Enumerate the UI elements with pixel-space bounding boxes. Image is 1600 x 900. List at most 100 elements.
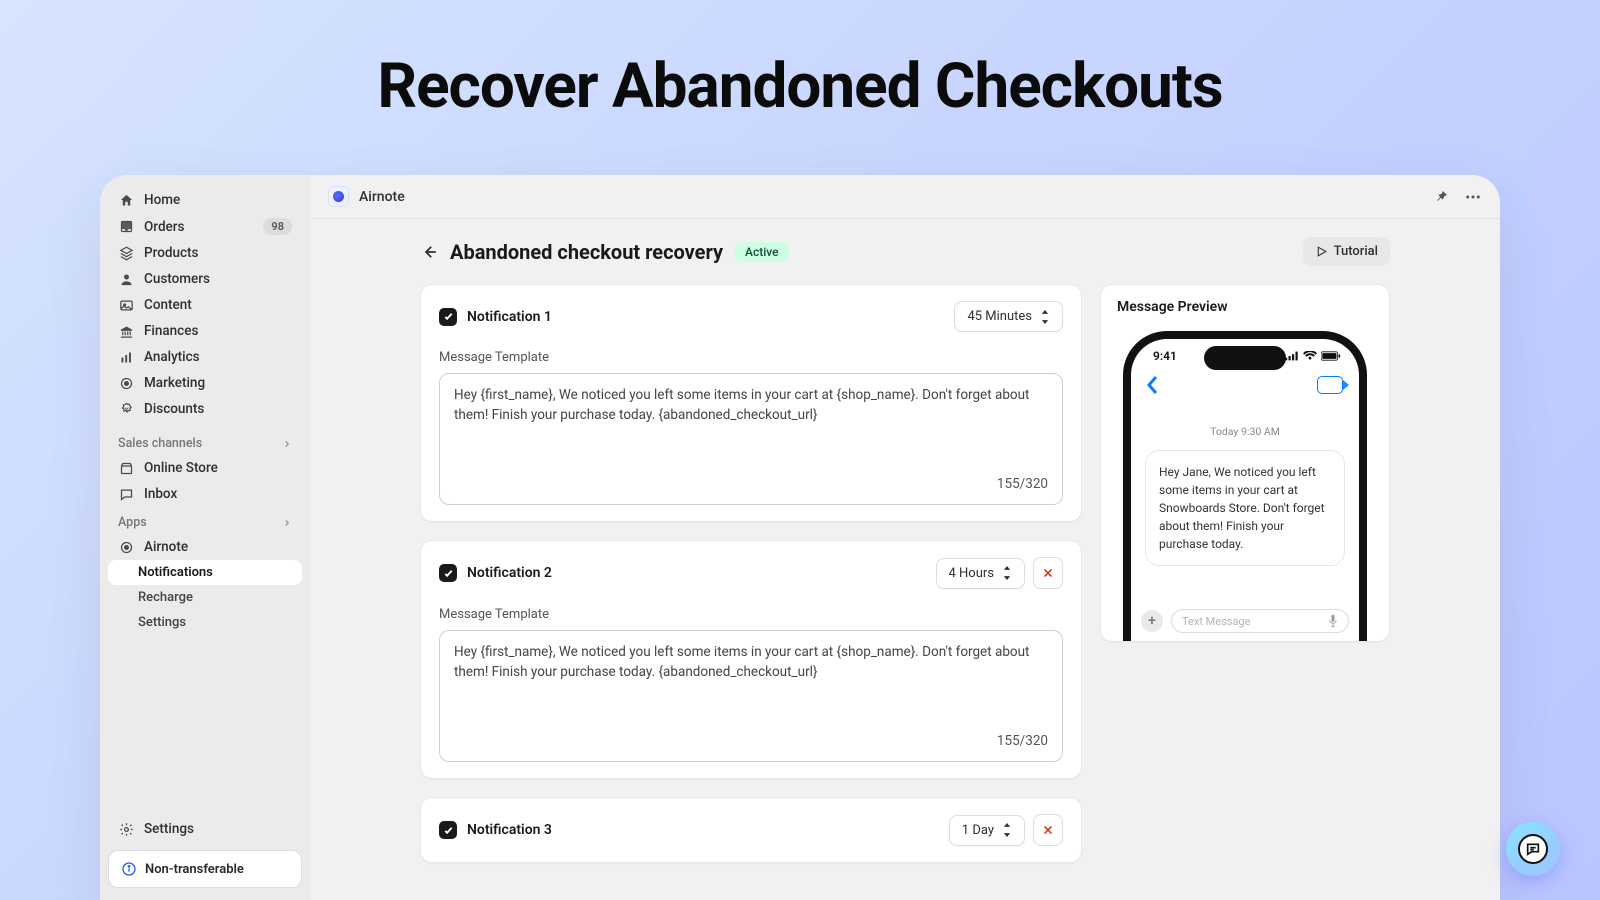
sidebar-item-products[interactable]: Products <box>108 240 302 266</box>
apps-header[interactable]: Apps <box>108 507 302 534</box>
compose-input[interactable]: Text Message <box>1171 609 1349 633</box>
notification-3-title: Notification 3 <box>467 822 552 838</box>
sidebar-item-label: Online Store <box>144 460 218 476</box>
sidebar-item-inbox[interactable]: Inbox <box>108 481 302 507</box>
page-header: Abandoned checkout recovery Active Tutor… <box>420 237 1390 266</box>
phone-notch <box>1204 346 1286 370</box>
sidebar-item-discounts[interactable]: Discounts <box>108 396 302 422</box>
content: Abandoned checkout recovery Active Tutor… <box>310 219 1500 863</box>
messages-back-button[interactable] <box>1145 375 1159 395</box>
facetime-icon[interactable] <box>1317 376 1343 394</box>
topbar-app-name: Airnote <box>359 189 405 205</box>
play-icon <box>1315 245 1328 258</box>
preview-title: Message Preview <box>1117 299 1373 315</box>
sort-icon <box>1040 310 1050 324</box>
person-icon <box>118 271 134 287</box>
template-textarea-1[interactable]: Hey {first_name}, We noticed you left so… <box>439 373 1063 505</box>
chat-icon <box>118 486 134 502</box>
sidebar-item-label: Discounts <box>144 401 204 417</box>
status-badge: Active <box>735 242 789 262</box>
sidebar-item-label: Finances <box>144 323 198 339</box>
compose-placeholder: Text Message <box>1182 615 1250 628</box>
tutorial-button[interactable]: Tutorial <box>1303 237 1390 266</box>
sidebar-item-content[interactable]: Content <box>108 292 302 318</box>
sidebar-item-marketing[interactable]: Marketing <box>108 370 302 396</box>
phone-time: 9:41 <box>1153 349 1177 363</box>
non-transferable-label: Non-transferable <box>145 862 244 877</box>
hero-title: Recover Abandoned Checkouts <box>0 0 1600 123</box>
image-icon <box>118 297 134 313</box>
tutorial-label: Tutorial <box>1334 244 1378 259</box>
app-window: Home Orders 98 Products Customers Conten… <box>100 175 1500 900</box>
delay-value: 1 Day <box>962 823 994 838</box>
sort-icon <box>1002 823 1012 837</box>
sidebar-item-label: Content <box>144 297 192 313</box>
chat-bubble-icon <box>1525 841 1541 857</box>
target-icon <box>118 375 134 391</box>
notification-2-checkbox[interactable] <box>439 564 457 582</box>
pin-button[interactable] <box>1432 188 1450 206</box>
sidebar-item-label: Settings <box>144 821 194 837</box>
notification-card-2: Notification 2 4 Hours Message Template <box>420 540 1082 779</box>
notification-1-delay-select[interactable]: 45 Minutes <box>954 301 1063 332</box>
notification-2-delete-button[interactable] <box>1033 557 1063 589</box>
sidebar-item-customers[interactable]: Customers <box>108 266 302 292</box>
mic-icon <box>1328 614 1338 628</box>
app-airnote-icon <box>118 539 134 555</box>
compose-add-button[interactable]: + <box>1141 610 1163 632</box>
sidebar-item-label: Inbox <box>144 486 177 502</box>
more-button[interactable] <box>1464 188 1482 206</box>
notification-1-checkbox[interactable] <box>439 308 457 326</box>
battery-icon <box>1321 351 1341 361</box>
sidebar: Home Orders 98 Products Customers Conten… <box>100 175 310 900</box>
app-icon <box>328 186 349 207</box>
sidebar-item-airnote[interactable]: Airnote <box>108 534 302 560</box>
template-textarea-2[interactable]: Hey {first_name}, We noticed you left so… <box>439 630 1063 762</box>
notification-1-title: Notification 1 <box>467 309 552 325</box>
help-chat-fab[interactable] <box>1506 822 1560 876</box>
sidebar-item-label: Home <box>144 192 180 208</box>
info-icon <box>121 861 137 877</box>
sidebar-item-orders[interactable]: Orders 98 <box>108 213 302 240</box>
notification-3-delete-button[interactable] <box>1033 814 1063 846</box>
sub-item-settings[interactable]: Settings <box>108 610 302 635</box>
notification-2-title: Notification 2 <box>467 565 552 581</box>
template-label-1: Message Template <box>439 350 1063 365</box>
sidebar-item-finances[interactable]: Finances <box>108 318 302 344</box>
sidebar-item-home[interactable]: Home <box>108 187 302 213</box>
template-text-1: Hey {first_name}, We noticed you left so… <box>454 386 1048 450</box>
sub-item-notifications[interactable]: Notifications <box>108 560 302 585</box>
notification-3-delay-select[interactable]: 1 Day <box>949 815 1025 846</box>
signal-icon <box>1285 351 1299 361</box>
bank-icon <box>118 323 134 339</box>
chevron-right-icon <box>282 518 292 528</box>
home-icon <box>118 192 134 208</box>
sidebar-item-settings[interactable]: Settings <box>108 816 302 842</box>
sidebar-item-label: Orders <box>144 219 185 235</box>
gear-icon <box>118 821 134 837</box>
sort-icon <box>1002 566 1012 580</box>
template-text-2: Hey {first_name}, We noticed you left so… <box>454 643 1048 707</box>
non-transferable-banner[interactable]: Non-transferable <box>108 850 302 888</box>
sidebar-item-label: Products <box>144 245 198 261</box>
sidebar-item-label: Airnote <box>144 539 188 555</box>
page-title: Abandoned checkout recovery <box>450 240 723 264</box>
percent-icon <box>118 401 134 417</box>
main-area: Airnote Abandoned checkout recovery Acti… <box>310 175 1500 900</box>
store-icon <box>118 460 134 476</box>
sidebar-item-analytics[interactable]: Analytics <box>108 344 302 370</box>
notification-3-checkbox[interactable] <box>439 821 457 839</box>
char-count-2: 155/320 <box>454 733 1048 749</box>
tag-icon <box>118 245 134 261</box>
notification-2-delay-select[interactable]: 4 Hours <box>936 558 1026 589</box>
back-button[interactable] <box>420 243 438 261</box>
sidebar-item-label: Marketing <box>144 375 205 391</box>
phone-status-icons <box>1285 351 1341 361</box>
delay-value: 4 Hours <box>949 566 995 581</box>
char-count-1: 155/320 <box>454 476 1048 492</box>
sales-channels-header[interactable]: Sales channels <box>108 428 302 455</box>
sidebar-item-online-store[interactable]: Online Store <box>108 455 302 481</box>
sidebar-item-label: Analytics <box>144 349 200 365</box>
template-label-2: Message Template <box>439 607 1063 622</box>
sub-item-recharge[interactable]: Recharge <box>108 585 302 610</box>
